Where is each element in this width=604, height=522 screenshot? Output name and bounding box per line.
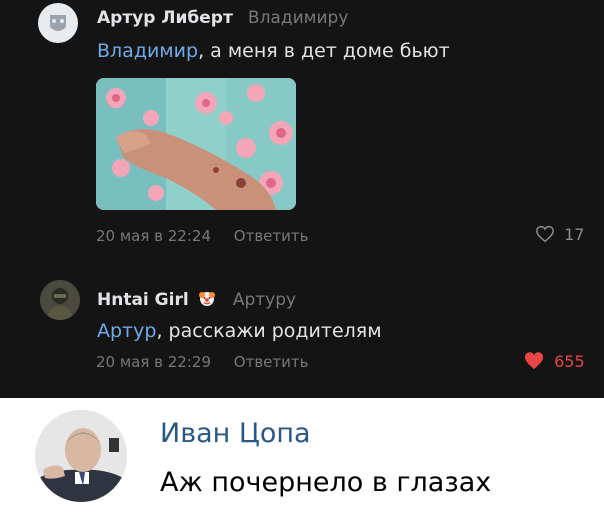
avatar-hntai[interactable] <box>40 280 80 320</box>
comment-1-meta: 20 мая в 22:24 Ответить <box>96 227 308 245</box>
reply-button[interactable]: Ответить <box>234 353 309 371</box>
reply-to-name[interactable]: Артуру <box>233 290 296 310</box>
comment-text: , а меня в дет доме бьют <box>198 40 450 62</box>
like-button[interactable]: 17 <box>535 225 584 244</box>
avatar-ivan[interactable] <box>35 410 127 502</box>
comment-1-text: Владимир, а меня в дет доме бьют <box>97 40 450 62</box>
author-name[interactable]: Hntai Girl <box>97 290 189 310</box>
reply-author[interactable]: Иван Цопа <box>160 418 311 449</box>
user-photo-avatar <box>40 280 80 320</box>
mention-link[interactable]: Владимир <box>97 40 198 62</box>
comment-2-text: Артур, расскажи родителям <box>97 320 382 342</box>
comment-2-meta: 20 мая в 22:29 Ответить <box>96 353 308 371</box>
like-count: 17 <box>564 225 585 244</box>
like-count: 655 <box>554 352 585 371</box>
avatar-artur[interactable] <box>38 3 78 43</box>
like-button-active[interactable]: 655 <box>523 351 585 371</box>
reply-text: Аж почернело в глазах <box>160 467 492 498</box>
reply-to-name[interactable]: Владимиру <box>248 8 348 28</box>
comment-text: , расскажи родителям <box>156 320 382 342</box>
reply-button[interactable]: Ответить <box>234 227 309 245</box>
user-photo-avatar <box>35 410 127 502</box>
comment-2-header: Hntai Girl Артуру <box>97 290 296 310</box>
comment-date[interactable]: 20 мая в 22:29 <box>96 353 211 371</box>
heart-outline-icon <box>536 225 554 243</box>
mention-link[interactable]: Артур <box>97 320 156 342</box>
heart-filled-icon <box>524 352 544 370</box>
comment-1-photo[interactable] <box>96 78 296 210</box>
default-avatar-icon <box>50 15 66 31</box>
author-name[interactable]: Артур Либерт <box>97 8 233 28</box>
clown-emoji <box>198 290 216 308</box>
attached-photo <box>96 78 296 210</box>
comment-1-header: Артур Либерт Владимиру <box>97 8 348 28</box>
comment-date[interactable]: 20 мая в 22:24 <box>96 227 211 245</box>
